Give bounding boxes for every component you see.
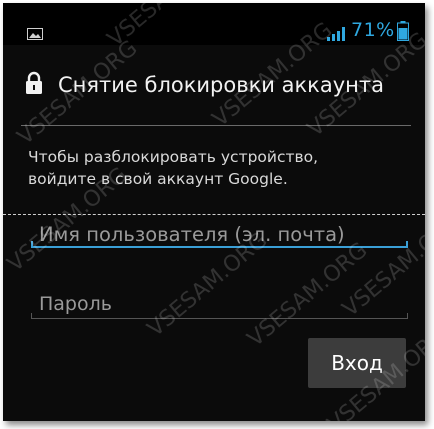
- dialog-header: Снятие блокировки аккаунта: [3, 45, 425, 127]
- instructions-text: Чтобы разблокировать устройство, войдите…: [28, 146, 408, 190]
- status-bar: 71%: [3, 3, 425, 45]
- battery-percent: 71%: [351, 19, 395, 41]
- password-placeholder: Пароль: [39, 293, 112, 315]
- screen: 71% Снятие блокировки аккаунта Чтобы раз…: [3, 3, 425, 421]
- battery-icon: [397, 21, 409, 41]
- image-notification-icon: [27, 28, 43, 40]
- page-title: Снятие блокировки аккаунта: [58, 73, 384, 97]
- instructions-line-1: Чтобы разблокировать устройство,: [28, 148, 319, 166]
- username-field[interactable]: Имя пользователя (эл. почта): [31, 215, 408, 248]
- instructions-line-2: войдите в свой аккаунт Google.: [28, 170, 288, 188]
- signal-bars-icon: [327, 27, 345, 41]
- lock-icon: [26, 71, 42, 94]
- header-divider: [21, 125, 411, 126]
- password-field[interactable]: Пароль: [31, 281, 408, 319]
- login-button[interactable]: Вход: [308, 338, 406, 388]
- username-placeholder: Имя пользователя (эл. почта): [39, 223, 345, 246]
